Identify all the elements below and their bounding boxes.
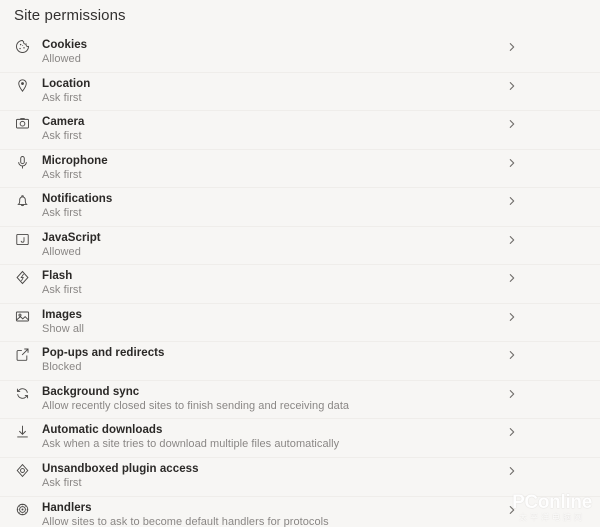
permission-row-background-sync[interactable]: Background sync Allow recently closed sit…: [0, 381, 600, 420]
permission-row-flash[interactable]: Flash Ask first: [0, 265, 600, 304]
permission-row-images[interactable]: Images Show all: [0, 304, 600, 343]
permissions-list: Cookies Allowed Location Ask first Camera Ask…: [0, 34, 600, 527]
permission-row-location[interactable]: Location Ask first: [0, 73, 600, 112]
permission-row-microphone[interactable]: Microphone Ask first: [0, 150, 600, 189]
javascript-code-icon: [14, 231, 31, 248]
permission-status: Ask first: [42, 168, 82, 181]
download-icon: [14, 423, 31, 440]
permission-status: Ask first: [42, 130, 82, 143]
permission-status: Allow sites to ask to become default han…: [42, 515, 329, 527]
permission-status: Ask first: [42, 207, 82, 220]
chevron-right-icon[interactable]: [507, 466, 517, 476]
chevron-right-icon[interactable]: [507, 158, 517, 168]
page-title: Site permissions: [14, 7, 126, 24]
permission-status: Ask first: [42, 284, 82, 297]
permission-status: Show all: [42, 322, 84, 335]
chevron-right-icon[interactable]: [507, 42, 517, 52]
sync-icon: [14, 385, 31, 402]
permission-row-unsandboxed-plugin-access[interactable]: Unsandboxed plugin access Ask first: [0, 458, 600, 497]
permission-row-pop-ups-and-redirects[interactable]: Pop-ups and redirects Blocked: [0, 342, 600, 381]
permission-row-automatic-downloads[interactable]: Automatic downloads Ask when a site tries…: [0, 419, 600, 459]
chevron-right-icon[interactable]: [507, 235, 517, 245]
plugin-icon: [14, 462, 31, 479]
permission-status: Allowed: [42, 245, 81, 258]
permission-row-camera[interactable]: Camera Ask first: [0, 111, 600, 150]
permission-row-javascript[interactable]: JavaScript Allowed: [0, 227, 600, 266]
site-permissions-page: Site permissions Cookies Allowed Location A…: [0, 0, 600, 527]
location-pin-icon: [14, 77, 31, 94]
chevron-right-icon[interactable]: [507, 119, 517, 129]
permission-row-cookies[interactable]: Cookies Allowed: [0, 34, 600, 73]
chevron-right-icon[interactable]: [507, 505, 517, 515]
chevron-right-icon[interactable]: [507, 196, 517, 206]
permission-row-notifications[interactable]: Notifications Ask first: [0, 188, 600, 227]
chevron-right-icon[interactable]: [507, 312, 517, 322]
permission-status: Allowed: [42, 53, 81, 65]
chevron-right-icon[interactable]: [507, 273, 517, 283]
permission-status: Blocked: [42, 361, 82, 374]
external-link-icon: [14, 346, 31, 363]
chevron-right-icon[interactable]: [507, 81, 517, 91]
chevron-right-icon[interactable]: [507, 389, 517, 399]
permission-status: Allow recently closed sites to finish se…: [42, 399, 350, 412]
cookie-icon: [14, 38, 31, 55]
image-icon: [14, 308, 31, 325]
permission-status: Ask first: [42, 91, 82, 104]
camera-icon: [14, 115, 31, 132]
chevron-right-icon[interactable]: [507, 350, 517, 360]
handlers-gear-icon: [14, 501, 31, 518]
permission-status: Ask when a site tries to download multip…: [42, 438, 340, 451]
flash-icon: [14, 269, 31, 286]
permission-row-handlers[interactable]: Handlers Allow sites to ask to become def…: [0, 497, 600, 527]
permission-status: Ask first: [42, 477, 82, 490]
bell-icon: [14, 192, 31, 209]
microphone-icon: [14, 154, 31, 171]
chevron-right-icon[interactable]: [507, 427, 517, 437]
